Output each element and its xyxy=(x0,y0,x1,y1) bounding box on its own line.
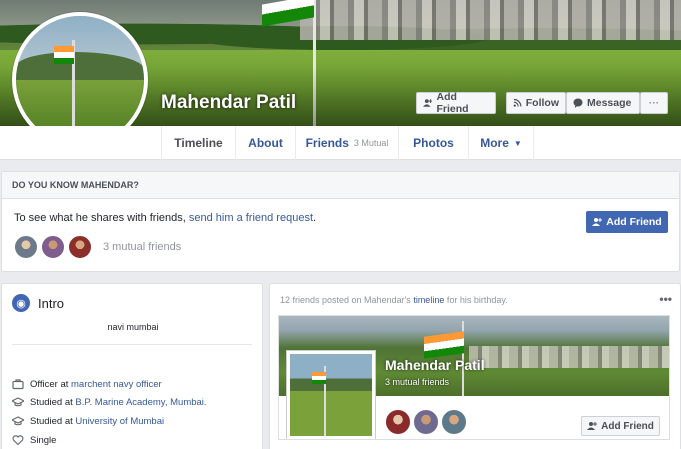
profile-name[interactable]: Mahendar Patil xyxy=(161,92,296,114)
cover-buildings xyxy=(300,0,681,40)
tab-about-label: About xyxy=(248,136,283,150)
card-profile-name[interactable]: Mahendar Patil xyxy=(385,357,485,373)
card-mutual-friends[interactable]: 3 mutual friends xyxy=(385,377,449,387)
add-friend-icon xyxy=(592,218,603,226)
add-friend-icon xyxy=(587,422,598,430)
add-friend-label: Add Friend xyxy=(436,91,469,115)
tab-timeline[interactable]: Timeline xyxy=(161,126,235,160)
add-friend-primary-label: Add Friend xyxy=(606,216,662,228)
birthday-post-text: 12 friends posted on Mahendar's timeline… xyxy=(280,295,508,305)
mutual-avatar[interactable] xyxy=(413,409,439,435)
edu2-link[interactable]: University of Mumbai xyxy=(75,416,164,427)
work-prefix: Officer at xyxy=(30,378,72,390)
intro-relationship: Single xyxy=(12,434,56,446)
card-mutual-avatars xyxy=(385,409,469,435)
post-prefix: 12 friends posted on Mahendar's xyxy=(280,295,414,305)
tab-timeline-label: Timeline xyxy=(174,136,223,150)
avatar-flag xyxy=(54,46,74,64)
intro-work: Officer at marchent navy officer xyxy=(12,378,162,390)
edu2-prefix: Studied at xyxy=(30,415,76,427)
mutual-friends[interactable]: 3 mutual friends xyxy=(14,235,181,259)
prompt-prefix: To see what he shares with friends, xyxy=(14,212,189,224)
rss-icon xyxy=(513,98,522,107)
edu1-prefix: Studied at xyxy=(30,396,76,408)
tab-photos[interactable]: Photos xyxy=(398,126,468,160)
graduation-cap-icon xyxy=(12,416,24,426)
send-friend-request-link[interactable]: send him a friend request xyxy=(189,212,313,224)
birthday-post: 12 friends posted on Mahendar's timeline… xyxy=(269,283,681,449)
follow-button[interactable]: Follow xyxy=(506,92,566,114)
intro-card: ◉ Intro navi mumbai Officer at marchent … xyxy=(1,283,263,449)
mutual-friends-count[interactable]: 3 mutual friends xyxy=(103,241,181,253)
work-link[interactable]: marchent navy officer xyxy=(71,379,162,390)
intro-bio: navi mumbai xyxy=(107,322,159,332)
mutual-avatar[interactable] xyxy=(14,235,38,259)
globe-icon: ◉ xyxy=(12,294,30,312)
do-you-know-card: DO YOU KNOW MAHENDAR? To see what he sha… xyxy=(1,171,680,272)
profile-preview-card[interactable]: Mahendar Patil 3 mutual friends Add Frie… xyxy=(278,315,670,440)
card-profile-picture[interactable] xyxy=(287,351,375,439)
card-add-friend-label: Add Friend xyxy=(601,420,654,432)
tab-friends-label: Friends xyxy=(305,136,349,150)
messenger-icon xyxy=(573,98,583,108)
intro-education-1: Studied at B.P. Marine Academy, Mumbai. xyxy=(12,396,207,408)
divider xyxy=(12,344,252,345)
post-options-button[interactable]: ••• xyxy=(659,292,672,306)
friend-request-prompt: To see what he shares with friends, send… xyxy=(14,212,316,224)
card-cover-buildings xyxy=(469,346,669,368)
tab-friends[interactable]: Friends 3 Mutual xyxy=(295,126,398,160)
intro-title-row: ◉ Intro xyxy=(12,294,64,312)
message-button[interactable]: Message xyxy=(566,92,640,114)
tab-friends-count: 3 Mutual xyxy=(353,138,389,148)
mutual-avatar[interactable] xyxy=(41,235,65,259)
add-friend-icon xyxy=(423,99,433,107)
mutual-avatar[interactable] xyxy=(441,409,467,435)
profile-nav: Timeline About Friends 3 Mutual Photos M… xyxy=(0,126,681,160)
card-pic-flag xyxy=(312,372,326,384)
mutual-avatar[interactable] xyxy=(68,235,92,259)
post-suffix: for his birthday. xyxy=(444,295,508,305)
relationship-status: Single xyxy=(30,434,57,446)
message-label: Message xyxy=(587,97,632,109)
add-friend-button[interactable]: Add Friend xyxy=(416,91,496,115)
mutual-avatar[interactable] xyxy=(385,409,411,435)
intro-title: Intro xyxy=(38,295,65,311)
add-friend-primary-button[interactable]: Add Friend xyxy=(586,211,668,233)
edu1-link[interactable]: B.P. Marine Academy, Mumbai. xyxy=(75,397,206,408)
graduation-cap-icon xyxy=(12,397,24,407)
briefcase-icon xyxy=(12,379,24,390)
timeline-link[interactable]: timeline xyxy=(413,295,444,305)
follow-label: Follow xyxy=(525,97,559,109)
card-add-friend-button[interactable]: Add Friend xyxy=(581,416,660,436)
tab-about[interactable]: About xyxy=(235,126,295,160)
tab-photos-label: Photos xyxy=(413,136,454,150)
intro-education-2: Studied at University of Mumbai xyxy=(12,415,164,427)
prompt-suffix: . xyxy=(313,212,317,224)
tab-more[interactable]: More ▼ xyxy=(468,126,534,160)
tab-more-label: More xyxy=(480,136,509,150)
caret-down-icon: ▼ xyxy=(513,138,522,148)
heart-icon xyxy=(12,435,24,446)
do-you-know-heading: DO YOU KNOW MAHENDAR? xyxy=(2,172,679,199)
more-options-button[interactable]: ··· xyxy=(640,92,668,114)
